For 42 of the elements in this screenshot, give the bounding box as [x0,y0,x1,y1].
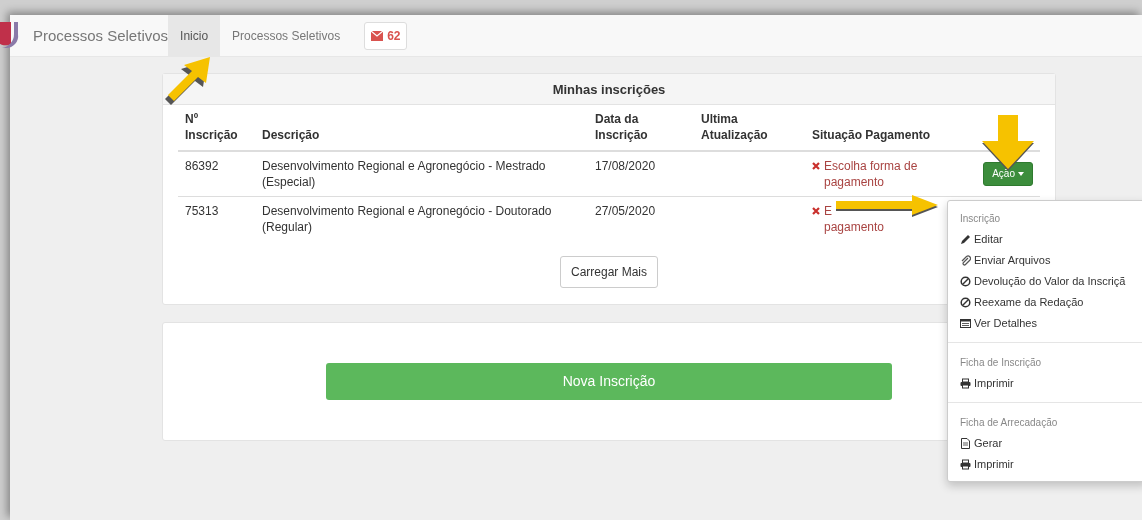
menu-item[interactable]: Imprimir [948,373,1142,394]
table-cell: Desenvolvimento Regional e Agronegócio - Doutorado (Regular) [262,204,552,234]
ban-icon [960,276,971,287]
panel-title: Minhas inscrições [163,74,1055,105]
document-icon [960,438,971,449]
column-header: Data da Inscrição [595,112,648,142]
nav-tab[interactable]: Processos Seletivos [220,15,353,56]
menu-item[interactable]: Enviar Arquivos [948,250,1142,271]
table-cell: Desenvolvimento Regional e Agronegócio - Mestrado (Especial) [262,159,546,189]
times-icon [812,162,820,170]
table-cell: 17/08/2020 [595,159,656,173]
times-icon [812,207,820,215]
payment-status: Escolha forma de pagamento [824,158,918,190]
pencil-icon [960,234,971,245]
menu-item[interactable]: Editar [948,229,1142,250]
ban-icon [960,297,971,308]
menu-header: Inscrição [959,212,1001,226]
envelope-icon [371,31,384,41]
menu-item[interactable]: Ver Detalhes [948,313,1142,334]
printer-icon [960,459,971,470]
column-header: Ultima Atualização [701,112,768,142]
table-cell: 75313 [185,204,219,218]
menu-item[interactable]: Reexame da Redação [948,292,1142,313]
paperclip-icon [960,255,971,266]
menu-header: Ficha de Inscrição [959,356,1043,370]
brand-title[interactable]: Processos Seletivos [33,15,169,56]
table-cell: 27/05/2020 [595,204,656,218]
action-button[interactable]: Ação [983,162,1033,186]
menu-item[interactable]: Gerar [948,433,1142,454]
mail-button[interactable]: 62 [364,22,408,50]
load-more-button[interactable]: Carregar Mais [560,255,658,288]
column-header: Situação Pagamento [812,128,931,142]
menu-item[interactable]: Imprimir [948,454,1142,475]
menu-header: Ficha de Arrecadação [959,416,1059,430]
column-header: Nº Inscrição [185,112,238,142]
table-cell: 86392 [185,159,219,173]
menu-item[interactable]: Devolução do Valor da Inscriçã [948,271,1142,292]
payment-status: E pagamento [824,203,885,235]
column-header: Descrição [262,128,320,142]
printer-icon [960,378,971,389]
window-icon [960,318,971,329]
nav-tab[interactable]: Inicio [168,15,221,56]
